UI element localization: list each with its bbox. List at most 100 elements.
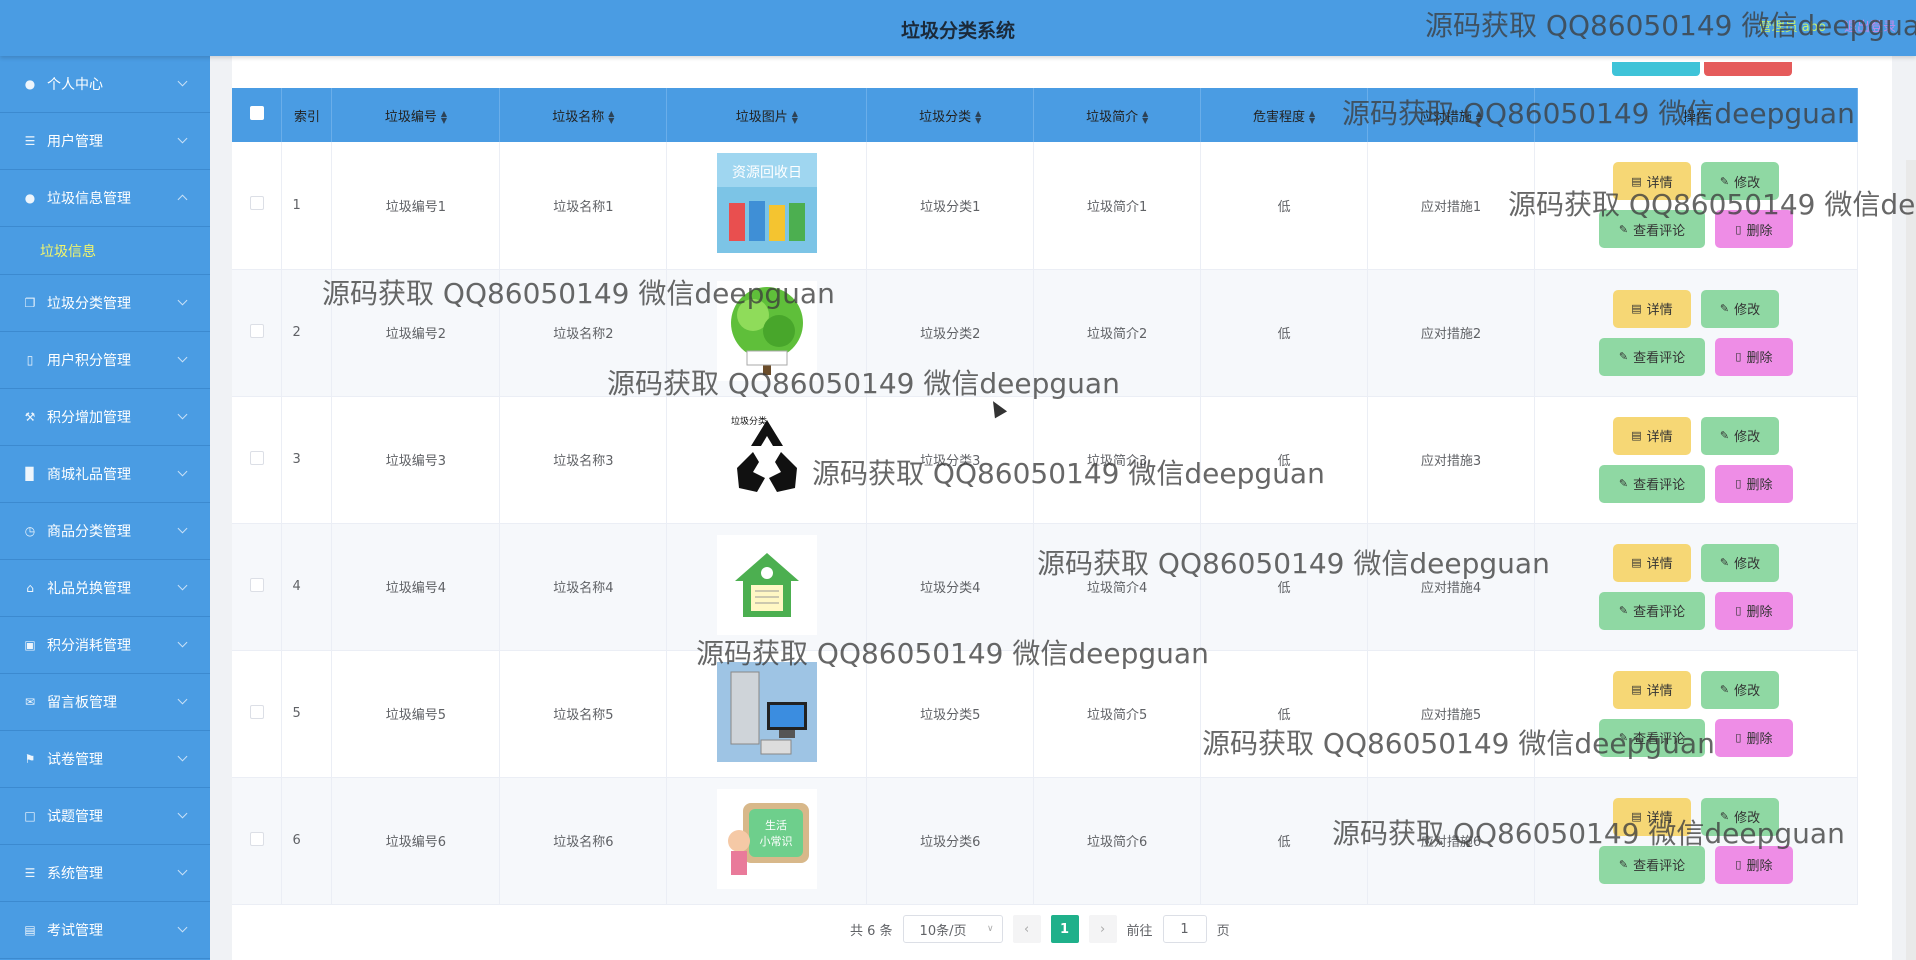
col-intro[interactable]: 垃圾简介 ▲ ▼	[1033, 88, 1202, 142]
edit-button[interactable]: ✎ 修改	[1700, 543, 1779, 582]
col-name[interactable]: 垃圾名称 ▲ ▼	[499, 88, 668, 142]
sidebar-item[interactable]: ☰ 系统管理	[0, 845, 210, 902]
detail-button[interactable]: ▤ 详情	[1612, 416, 1691, 455]
goto-page-input[interactable]: 1	[1162, 915, 1207, 943]
row-checkbox[interactable]	[249, 323, 264, 338]
table-row[interactable]: 5 垃圾编号5 垃圾名称5 垃圾分类5 垃圾简介5 低应对措施5 ▤ 详情 ✎ 修改 ✎ 查看评论 ▯ 删…	[232, 650, 1859, 778]
page-title: 垃圾分类系统	[900, 20, 1015, 42]
page-number[interactable]: 1	[1050, 915, 1079, 943]
edit-button[interactable]: ✎ 修改	[1700, 416, 1779, 455]
add-button[interactable]	[1612, 62, 1700, 76]
view-comments-button[interactable]: ✎ 查看评论	[1598, 464, 1705, 503]
trash-icon: ▯	[1735, 604, 1742, 617]
delete-button[interactable]: ▯ 删除	[1714, 718, 1793, 757]
delete-button[interactable]: ▯ 删除	[1714, 210, 1793, 249]
chevron-down-icon	[177, 409, 188, 420]
row-select-cell[interactable]	[232, 650, 283, 778]
col-image[interactable]: 垃圾图片 ▲ ▼	[666, 88, 868, 142]
sort-icon[interactable]: ▲ ▼	[608, 110, 614, 125]
next-page-button[interactable]: ›	[1088, 915, 1117, 943]
garbage-image-cell	[666, 523, 868, 651]
row-actions: ▤ 详情 ✎ 修改 ✎ 查看评论 ▯ 删除	[1534, 142, 1859, 270]
sidebar-item[interactable]: ✉ 留言板管理	[0, 674, 210, 731]
view-comments-button[interactable]: ✎ 查看评论	[1598, 591, 1705, 630]
sidebar-item[interactable]: □ 试题管理	[0, 788, 210, 845]
sidebar-item[interactable]: ⌂ 礼品兑换管理	[0, 560, 210, 617]
row-select-cell[interactable]	[232, 269, 283, 397]
select-all-checkbox[interactable]	[249, 106, 264, 120]
sidebar-subitem-garbage-info[interactable]: 垃圾信息	[0, 227, 210, 275]
table-row[interactable]: 3 垃圾编号3 垃圾名称3 垃圾分类 垃圾分类3 垃圾简介3 低应对措施3 ▤ 详情 ✎ 修改 ✎ 查看…	[232, 396, 1859, 524]
row-checkbox[interactable]	[249, 450, 264, 465]
edit-button[interactable]: ✎ 修改	[1700, 797, 1779, 836]
sort-icon[interactable]: ▲ ▼	[792, 110, 798, 125]
garbage-name: 垃圾名称5	[499, 650, 668, 778]
view-comments-button[interactable]: ✎ 查看评论	[1598, 337, 1705, 376]
delete-button[interactable]: ▯ 删除	[1714, 464, 1793, 503]
garbage-image[interactable]: 生活 小常识	[716, 788, 817, 889]
prev-page-button[interactable]: ‹	[1012, 915, 1041, 943]
row-select-cell[interactable]	[232, 523, 283, 651]
row-select-cell[interactable]	[232, 142, 283, 270]
row-select-cell[interactable]	[232, 396, 283, 524]
garbage-image[interactable]: 垃圾分类	[716, 407, 817, 508]
sidebar-item[interactable]: ▣ 积分消耗管理	[0, 617, 210, 674]
edit-button[interactable]: ✎ 修改	[1700, 670, 1779, 709]
detail-button[interactable]: ▤ 详情	[1612, 670, 1691, 709]
view-comments-button[interactable]: ✎ 查看评论	[1598, 718, 1705, 757]
sort-icon[interactable]: ▲ ▼	[1476, 110, 1482, 125]
sort-icon[interactable]: ▲ ▼	[1309, 110, 1315, 125]
sidebar-item[interactable]: ☰ 用户管理	[0, 113, 210, 170]
row-select-cell[interactable]	[232, 777, 283, 905]
sidebar-item[interactable]: ● 个人中心	[0, 56, 210, 113]
sort-icon[interactable]: ▲ ▼	[975, 110, 981, 125]
delete-button[interactable]: ▯ 删除	[1714, 591, 1793, 630]
table-row[interactable]: 4 垃圾编号4 垃圾名称4 垃圾分类4 垃圾简介4 低应对措施4 ▤ 详情 ✎ 修改 ✎ 查看评论 ▯ 删…	[232, 523, 1859, 651]
vertical-scrollbar[interactable]	[1906, 160, 1916, 960]
detail-button[interactable]: ▤ 详情	[1612, 543, 1691, 582]
edit-button[interactable]: ✎ 修改	[1700, 162, 1779, 201]
detail-button[interactable]: ▤ 详情	[1612, 162, 1691, 201]
delete-button[interactable]: ▯ 删除	[1714, 337, 1793, 376]
bank-icon: ⌂	[26, 581, 34, 595]
sidebar-item[interactable]: ▯ 用户积分管理	[0, 332, 210, 389]
table-row[interactable]: 6 垃圾编号6 垃圾名称6 生活 小常识 垃圾分类6 垃圾简介6 低应对措施6 ▤ 详情 ✎ 修改 ✎ 查…	[232, 777, 1859, 905]
edit-button[interactable]: ✎ 修改	[1700, 289, 1779, 328]
clock-icon: ◷	[24, 524, 36, 538]
view-comments-button[interactable]: ✎ 查看评论	[1598, 845, 1705, 884]
garbage-image[interactable]	[716, 661, 817, 762]
garbage-image[interactable]	[716, 534, 817, 635]
sort-icon[interactable]: ▲ ▼	[441, 110, 447, 125]
table-row[interactable]: 2 垃圾编号2 垃圾名称2 垃圾分类2 垃圾简介2 低应对措施2 ▤ 详情 ✎ 修改 ✎ 查看评论 ▯ 删…	[232, 269, 1859, 397]
col-category[interactable]: 垃圾分类 ▲ ▼	[866, 88, 1035, 142]
logout-link[interactable]: 退出登录	[1844, 16, 1896, 35]
sidebar-item[interactable]: ❐ 垃圾分类管理	[0, 275, 210, 332]
detail-button[interactable]: ▤ 详情	[1612, 289, 1691, 328]
sidebar-item[interactable]: ⚑ 试卷管理	[0, 731, 210, 788]
pagination: 共 6 条 10条/页 ∨ ‹ 1 › 前往 1 页	[850, 915, 1230, 943]
row-checkbox[interactable]	[249, 196, 264, 211]
sidebar-item[interactable]: ⚒ 积分增加管理	[0, 389, 210, 446]
sidebar-item[interactable]: ▤ 考试管理	[0, 902, 210, 959]
page-size-select[interactable]: 10条/页 ∨	[902, 915, 1003, 943]
sidebar-item[interactable]: ▉ 商城礼品管理	[0, 446, 210, 503]
row-checkbox[interactable]	[249, 577, 264, 592]
table-row[interactable]: 1 垃圾编号1 垃圾名称1 资源回收日 垃圾分类1 垃圾简介1 低应对措施1 ▤ 详情 ✎ 修改 ✎ 查…	[232, 142, 1859, 270]
garbage-category: 垃圾分类2	[866, 269, 1035, 397]
delete-button[interactable]: ▯ 删除	[1714, 845, 1793, 884]
col-hazard[interactable]: 危害程度 ▲ ▼	[1200, 88, 1369, 142]
row-checkbox[interactable]	[249, 831, 264, 846]
garbage-image[interactable]: 资源回收日	[716, 153, 817, 254]
col-measure[interactable]: 应对措施 ▲ ▼	[1367, 88, 1535, 142]
view-comments-button[interactable]: ✎ 查看评论	[1598, 210, 1705, 249]
sort-icon[interactable]: ▲ ▼	[1142, 110, 1148, 125]
row-checkbox[interactable]	[249, 704, 264, 719]
pencil-icon: ✎	[1719, 174, 1730, 188]
detail-button[interactable]: ▤ 详情	[1612, 797, 1691, 836]
batch-delete-button[interactable]	[1704, 62, 1792, 76]
garbage-image[interactable]	[716, 280, 817, 381]
select-all-header[interactable]	[232, 88, 283, 142]
col-code[interactable]: 垃圾编号 ▲ ▼	[331, 88, 501, 142]
sidebar-item[interactable]: ◷ 商品分类管理	[0, 503, 210, 560]
sidebar-item[interactable]: ● 垃圾信息管理	[0, 170, 210, 227]
